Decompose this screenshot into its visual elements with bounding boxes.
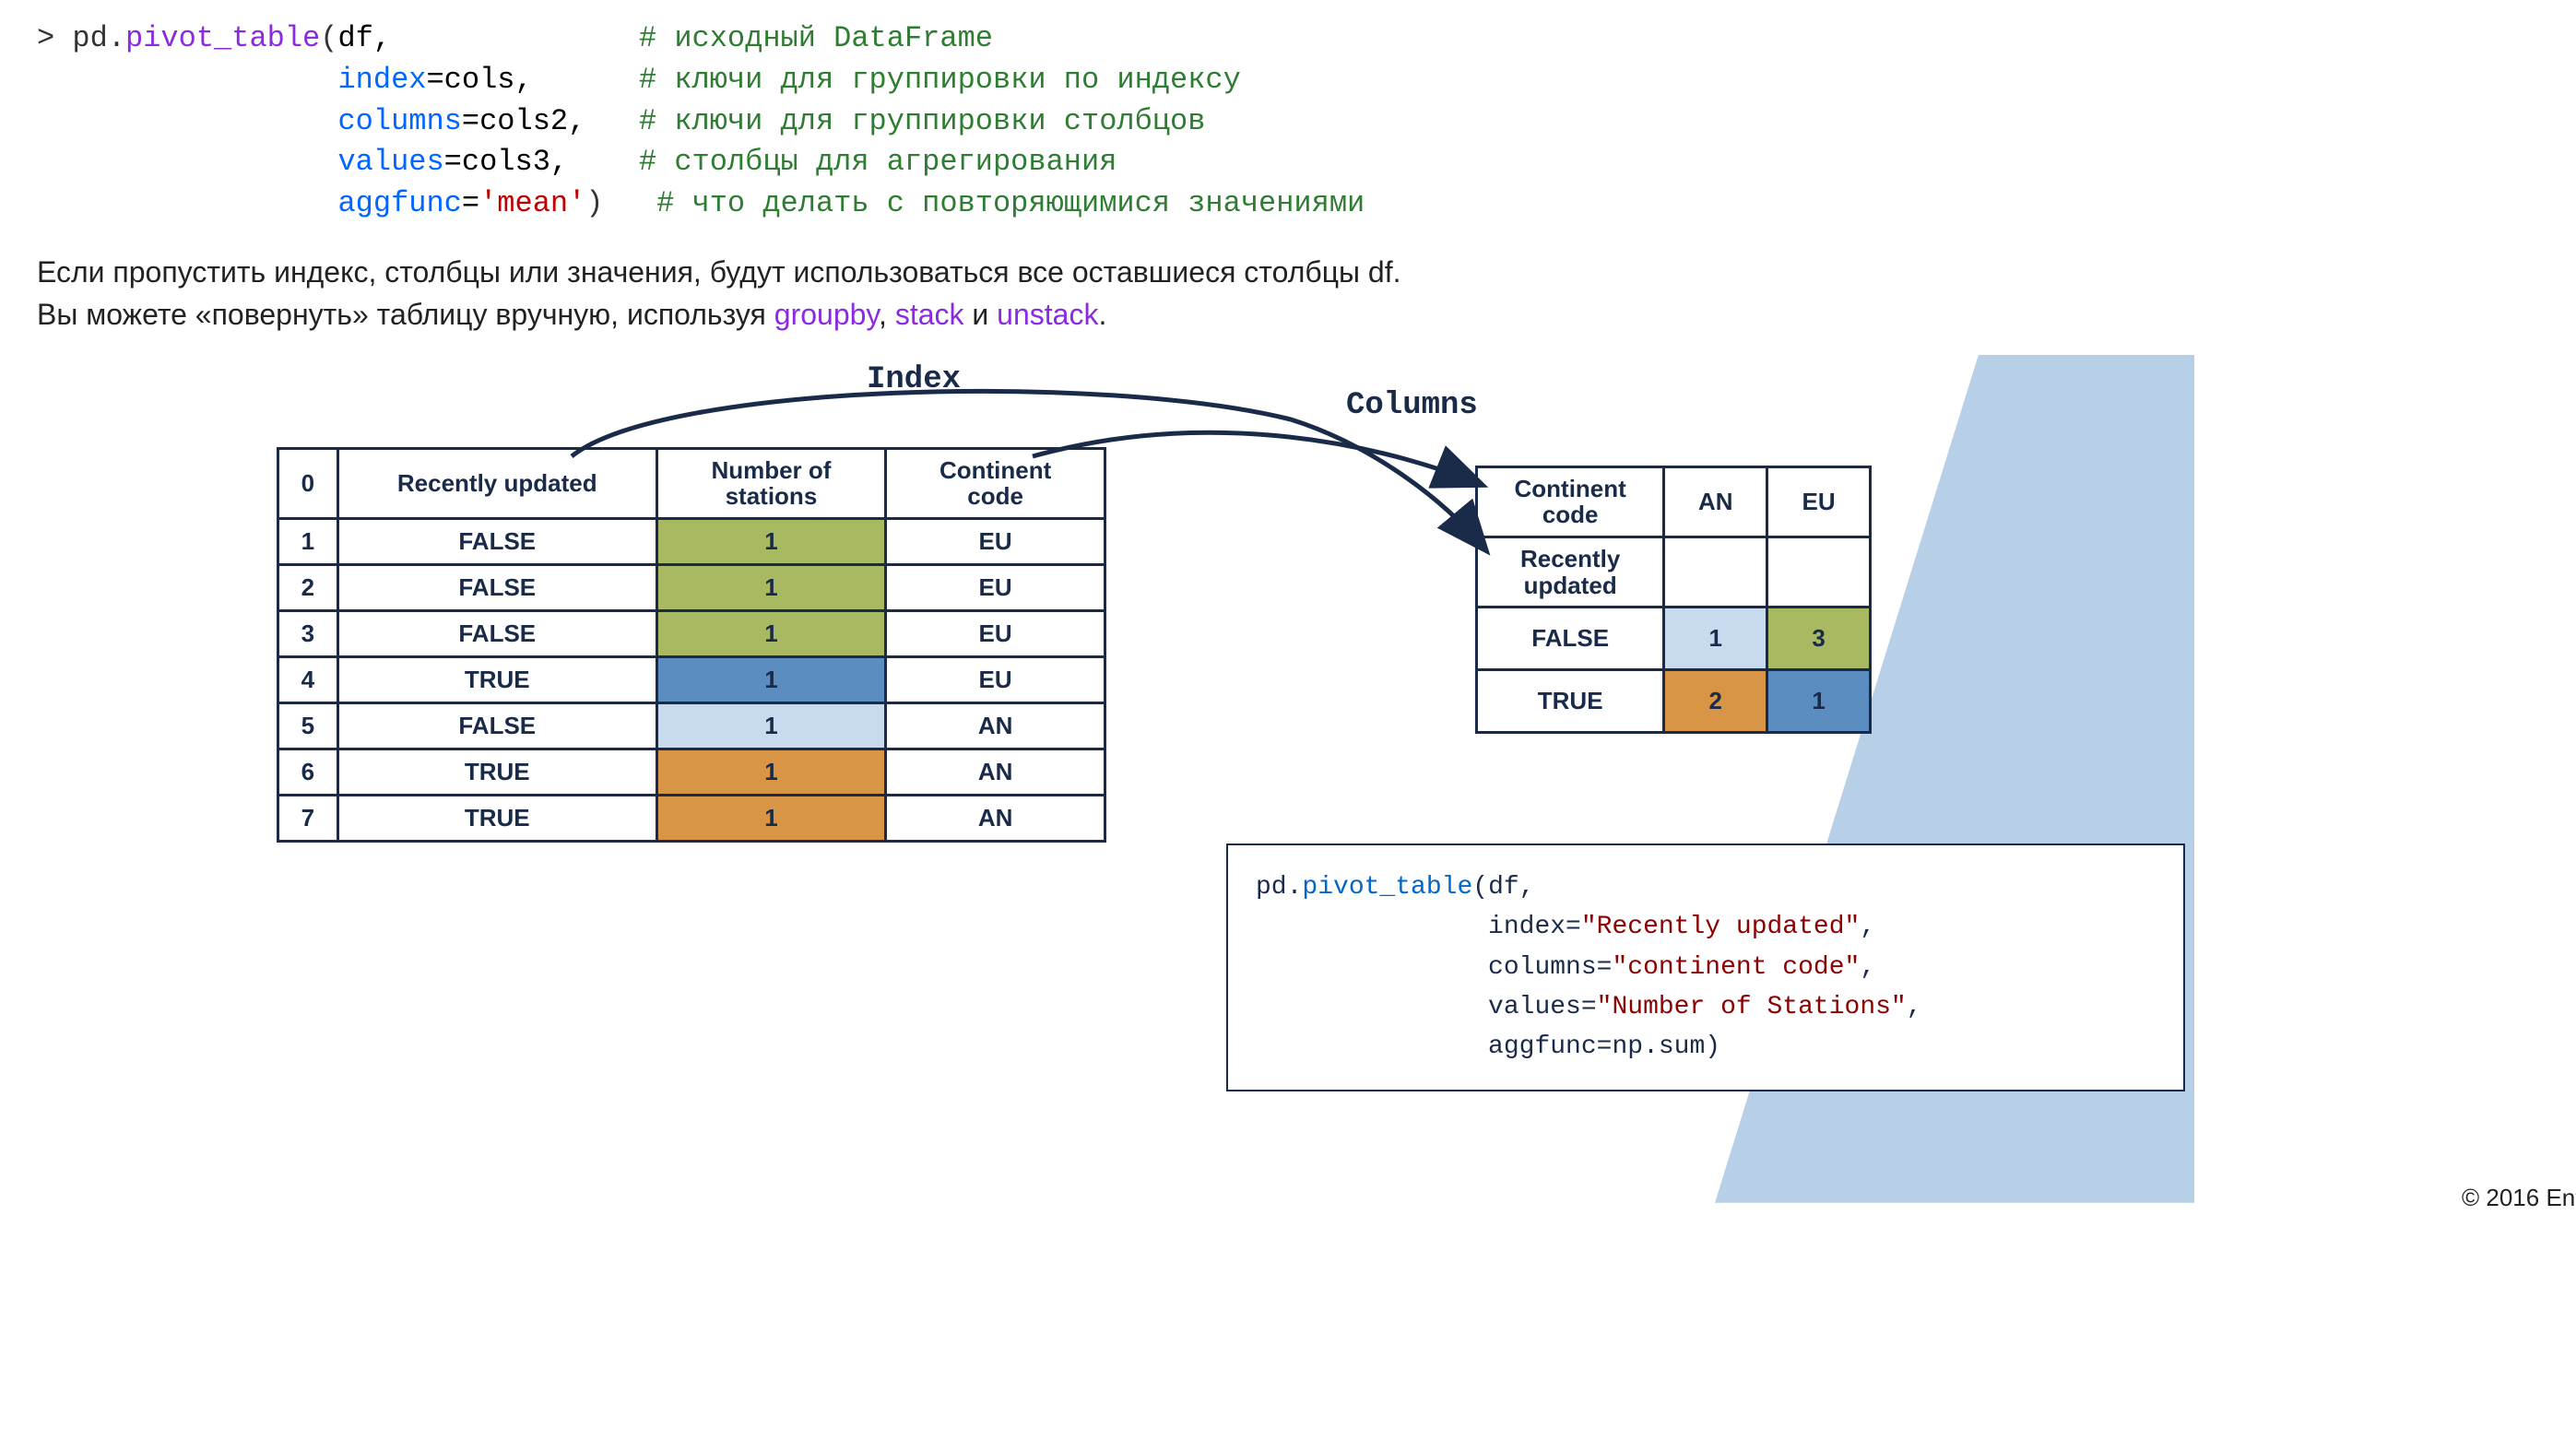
- intro-line2a: Вы можете «повернуть» таблицу вручную, и…: [37, 298, 774, 331]
- header-continent-code: Continent code: [886, 448, 1105, 518]
- ex-str-columns: "continent code": [1612, 953, 1860, 982]
- source-table: 0 Recently updated Number of stations Co…: [277, 447, 1106, 843]
- cell-continent-code: EU: [886, 610, 1105, 656]
- cell-recently-updated: TRUE: [337, 795, 656, 841]
- cell-num-stations: 1: [656, 702, 886, 749]
- table-row: FALSE13: [1477, 608, 1871, 670]
- intro-line1: Если пропустить индекс, столбцы или знач…: [37, 255, 1400, 289]
- comment-columns: # ключи для группировки столбцов: [639, 104, 1206, 138]
- cell-num-stations: 1: [656, 610, 886, 656]
- comment-aggfunc: # что делать с повторяющимися значениями: [656, 186, 1365, 220]
- kw-index: index: [337, 63, 426, 97]
- pvt-row-label: TRUE: [1477, 670, 1664, 733]
- intro-text: Если пропустить индекс, столбцы или знач…: [37, 251, 2539, 336]
- pvt-subheader-row: Recently updated: [1477, 537, 1871, 607]
- example-code: pd.pivot_table(df, index="Recently updat…: [1226, 843, 2185, 1091]
- table-row: 7TRUE1AN: [278, 795, 1105, 841]
- cell-idx: 2: [278, 564, 338, 610]
- cell-continent-code: EU: [886, 656, 1105, 702]
- kw-values: values: [337, 145, 443, 179]
- prompt: > pd.: [37, 21, 125, 55]
- pvt-rowcorner: Recently updated: [1477, 537, 1664, 607]
- pvt-row-label: FALSE: [1477, 608, 1664, 670]
- header-index: 0: [278, 448, 338, 518]
- table-header-row: 0 Recently updated Number of stations Co…: [278, 448, 1105, 518]
- pvt-cell-an: 2: [1664, 670, 1767, 733]
- table-row: 1FALSE1EU: [278, 518, 1105, 564]
- str-mean: 'mean': [479, 186, 585, 220]
- table-row: 4TRUE1EU: [278, 656, 1105, 702]
- pvt-corner: Continent code: [1477, 466, 1664, 537]
- table-row: 5FALSE1AN: [278, 702, 1105, 749]
- cell-recently-updated: TRUE: [337, 749, 656, 795]
- table-row: 6TRUE1AN: [278, 749, 1105, 795]
- comment-index: # ключи для группировки по индексу: [639, 63, 1241, 97]
- header-recently-updated: Recently updated: [337, 448, 656, 518]
- cell-num-stations: 1: [656, 795, 886, 841]
- copyright: © 2016 Enthought: [2462, 1184, 2576, 1212]
- table-row: 2FALSE1EU: [278, 564, 1105, 610]
- cell-idx: 1: [278, 518, 338, 564]
- cell-num-stations: 1: [656, 564, 886, 610]
- ex-fn: pivot_table: [1302, 873, 1472, 902]
- comment-values: # столбцы для агрегирования: [639, 145, 1117, 179]
- cell-num-stations: 1: [656, 518, 886, 564]
- cell-idx: 6: [278, 749, 338, 795]
- cell-idx: 4: [278, 656, 338, 702]
- label-index: Index: [867, 362, 961, 397]
- cell-recently-updated: FALSE: [337, 564, 656, 610]
- cell-idx: 7: [278, 795, 338, 841]
- ex-str-index: "Recently updated": [1581, 913, 1860, 941]
- pvt-cell-an: 1: [1664, 608, 1767, 670]
- cell-continent-code: EU: [886, 564, 1105, 610]
- cell-continent-code: EU: [886, 518, 1105, 564]
- pvt-col-eu: EU: [1767, 466, 1871, 537]
- cell-idx: 5: [278, 702, 338, 749]
- cell-recently-updated: TRUE: [337, 656, 656, 702]
- pvt-header-row: Continent code AN EU: [1477, 466, 1871, 537]
- pvt-col-an: AN: [1664, 466, 1767, 537]
- label-columns: Columns: [1346, 388, 1478, 423]
- pivot-table: Continent code AN EU Recently updated FA…: [1475, 466, 1872, 734]
- cell-num-stations: 1: [656, 656, 886, 702]
- pvt-cell-eu: 3: [1767, 608, 1871, 670]
- cell-recently-updated: FALSE: [337, 518, 656, 564]
- link-groupby[interactable]: groupby: [774, 298, 879, 331]
- code-signature: > pd.pivot_table(df, # исходный DataFram…: [37, 18, 2539, 225]
- cell-continent-code: AN: [886, 702, 1105, 749]
- table-row: TRUE21: [1477, 670, 1871, 733]
- comment-df: # исходный DataFrame: [639, 21, 993, 55]
- cell-continent-code: AN: [886, 795, 1105, 841]
- link-stack[interactable]: stack: [895, 298, 964, 331]
- table-row: 3FALSE1EU: [278, 610, 1105, 656]
- pvt-empty: [1767, 537, 1871, 607]
- cell-recently-updated: FALSE: [337, 702, 656, 749]
- kw-columns: columns: [337, 104, 461, 138]
- kw-aggfunc: aggfunc: [337, 186, 461, 220]
- diagram: Index Columns 0 Recently updated Number …: [277, 355, 2213, 1203]
- header-num-stations: Number of stations: [656, 448, 886, 518]
- ex-str-values: "Number of Stations": [1597, 993, 1907, 1021]
- cell-num-stations: 1: [656, 749, 886, 795]
- pvt-cell-eu: 1: [1767, 670, 1871, 733]
- pvt-empty: [1664, 537, 1767, 607]
- fn-name: pivot_table: [125, 21, 320, 55]
- cell-idx: 3: [278, 610, 338, 656]
- cell-recently-updated: FALSE: [337, 610, 656, 656]
- link-unstack[interactable]: unstack: [997, 298, 1098, 331]
- cell-continent-code: AN: [886, 749, 1105, 795]
